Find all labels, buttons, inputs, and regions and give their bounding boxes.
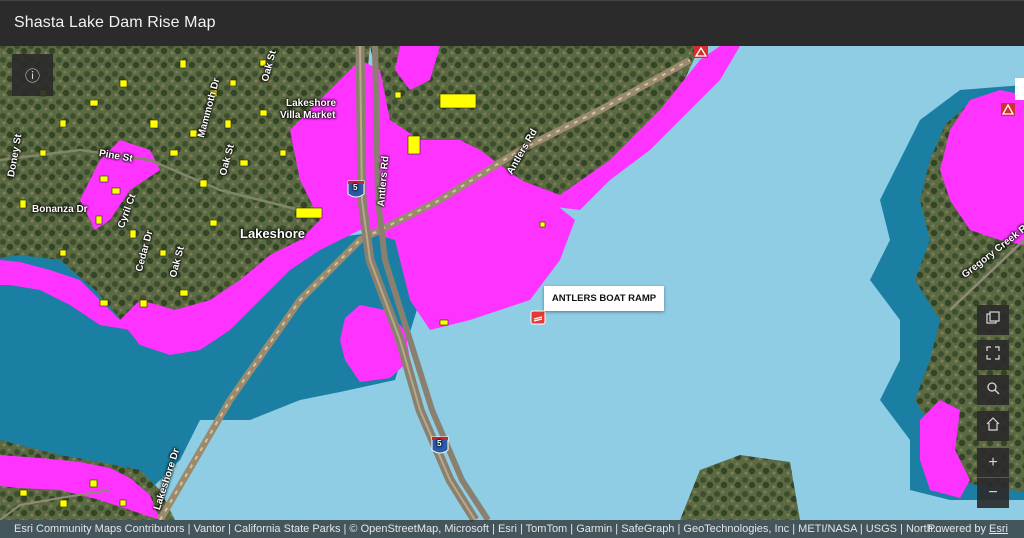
- label-bonanza-dr: Bonanza Dr: [32, 204, 88, 215]
- search-button[interactable]: [977, 375, 1009, 405]
- map-canvas[interactable]: [0, 46, 1024, 538]
- label-lakeshore-villa-market-line1: Lakeshore: [286, 98, 337, 109]
- zoom-out-icon: −: [988, 484, 998, 501]
- interstate-shield-top-number: 5: [353, 183, 358, 192]
- boat-ramp-popup[interactable]: ANTLERS BOAT RAMP: [544, 286, 664, 311]
- fullscreen-button[interactable]: [977, 340, 1009, 370]
- zoom-in-icon: +: [988, 453, 998, 471]
- info-icon: ⓘ: [24, 67, 40, 85]
- warning-triangle-icon[interactable]: [694, 46, 708, 58]
- home-icon: [986, 416, 1000, 436]
- map-edge-panel: [1015, 78, 1024, 100]
- label-lakeshore-villa-market-line2: Villa Market: [280, 110, 336, 121]
- app-title: Shasta Lake Dam Rise Map: [14, 14, 216, 31]
- fullscreen-icon: [986, 345, 1000, 365]
- basemap-gallery-icon: [986, 310, 1000, 330]
- home-button[interactable]: [977, 411, 1009, 441]
- zoom-out-button[interactable]: −: [977, 478, 1009, 508]
- map-view[interactable]: Lakeshore Lakeshore Villa Market Bonanza…: [0, 46, 1024, 538]
- boat-ramp-icon[interactable]: [530, 310, 546, 325]
- attribution-sources[interactable]: Esri Community Maps Contributors | Vanto…: [14, 520, 942, 538]
- search-icon: [986, 381, 1000, 400]
- info-button[interactable]: ⓘ: [12, 54, 53, 96]
- esri-link[interactable]: Esri: [989, 523, 1008, 535]
- basemap-gallery-button[interactable]: [977, 305, 1009, 335]
- app-header: Shasta Lake Dam Rise Map: [0, 0, 1024, 46]
- zoom-in-button[interactable]: +: [977, 448, 1009, 478]
- map-app: Shasta Lake Dam Rise Map Lakeshore Lakes…: [0, 0, 1024, 538]
- label-lakeshore: Lakeshore: [240, 226, 306, 241]
- warning-triangle-icon[interactable]: [1001, 103, 1015, 116]
- powered-by-label: Powered by: [927, 523, 986, 535]
- interstate-shield-bottom-number: 5: [437, 439, 442, 448]
- attribution-bar: Esri Community Maps Contributors | Vanto…: [0, 520, 1024, 538]
- powered-by: Powered by Esri: [928, 520, 1008, 538]
